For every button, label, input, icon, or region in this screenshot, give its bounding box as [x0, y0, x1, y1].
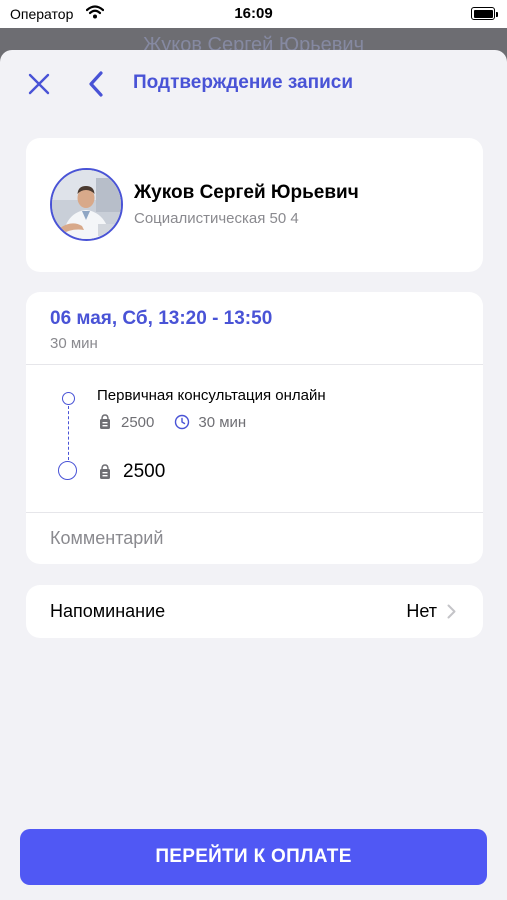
- reminder-value: Нет: [406, 601, 437, 621]
- booking-confirmation-sheet: Подтверждение записи Жуков Сергей Юрьеви…: [0, 50, 507, 900]
- timeline-dot: [62, 392, 75, 405]
- doctor-card[interactable]: Жуков Сергей Юрьевич Социалистическая 50…: [26, 138, 483, 272]
- close-icon[interactable]: [26, 71, 52, 97]
- reminder-row[interactable]: Напоминание Нет: [26, 585, 483, 638]
- chevron-right-icon: [447, 604, 456, 619]
- timeline-end-dot: [58, 461, 77, 480]
- total-price: 2500: [98, 461, 165, 483]
- booking-duration: 30 мин: [50, 335, 98, 352]
- reminder-label: Напоминание: [50, 601, 166, 621]
- chevron-left-icon[interactable]: [86, 69, 106, 99]
- service-meta: 2500 30 мин: [98, 413, 246, 431]
- clock-icon: [175, 414, 190, 430]
- doctor-name: Жуков Сергей Юрьевич: [134, 182, 359, 203]
- service-duration: 30 мин: [198, 413, 247, 431]
- doctor-address: Социалистическая 50 4: [134, 210, 299, 227]
- comment-field[interactable]: Комментарий: [50, 528, 163, 549]
- total-price-value: 2500: [123, 461, 166, 482]
- divider: [26, 364, 483, 365]
- battery-icon: [471, 7, 498, 20]
- booking-datetime: 06 мая, Сб, 13:20 - 13:50: [50, 308, 273, 329]
- status-bar: Оператор 16:09: [0, 0, 507, 28]
- divider: [26, 512, 483, 513]
- price-tag-icon: [100, 464, 110, 479]
- doctor-photo: [52, 170, 121, 239]
- go-to-payment-button[interactable]: ПЕРЕЙТИ К ОПЛАТЕ: [20, 829, 487, 885]
- timeline-line: [68, 406, 69, 460]
- service-name: Первичная консультация онлайн: [97, 387, 326, 404]
- service-price: 2500: [121, 413, 155, 431]
- nav-bar: Подтверждение записи: [0, 50, 507, 118]
- price-tag-icon: [100, 414, 110, 429]
- page-title: Подтверждение записи: [133, 72, 353, 93]
- doctor-avatar: [50, 168, 123, 241]
- clock: 16:09: [234, 5, 273, 22]
- booking-card: 06 мая, Сб, 13:20 - 13:50 30 мин Первичн…: [26, 292, 483, 564]
